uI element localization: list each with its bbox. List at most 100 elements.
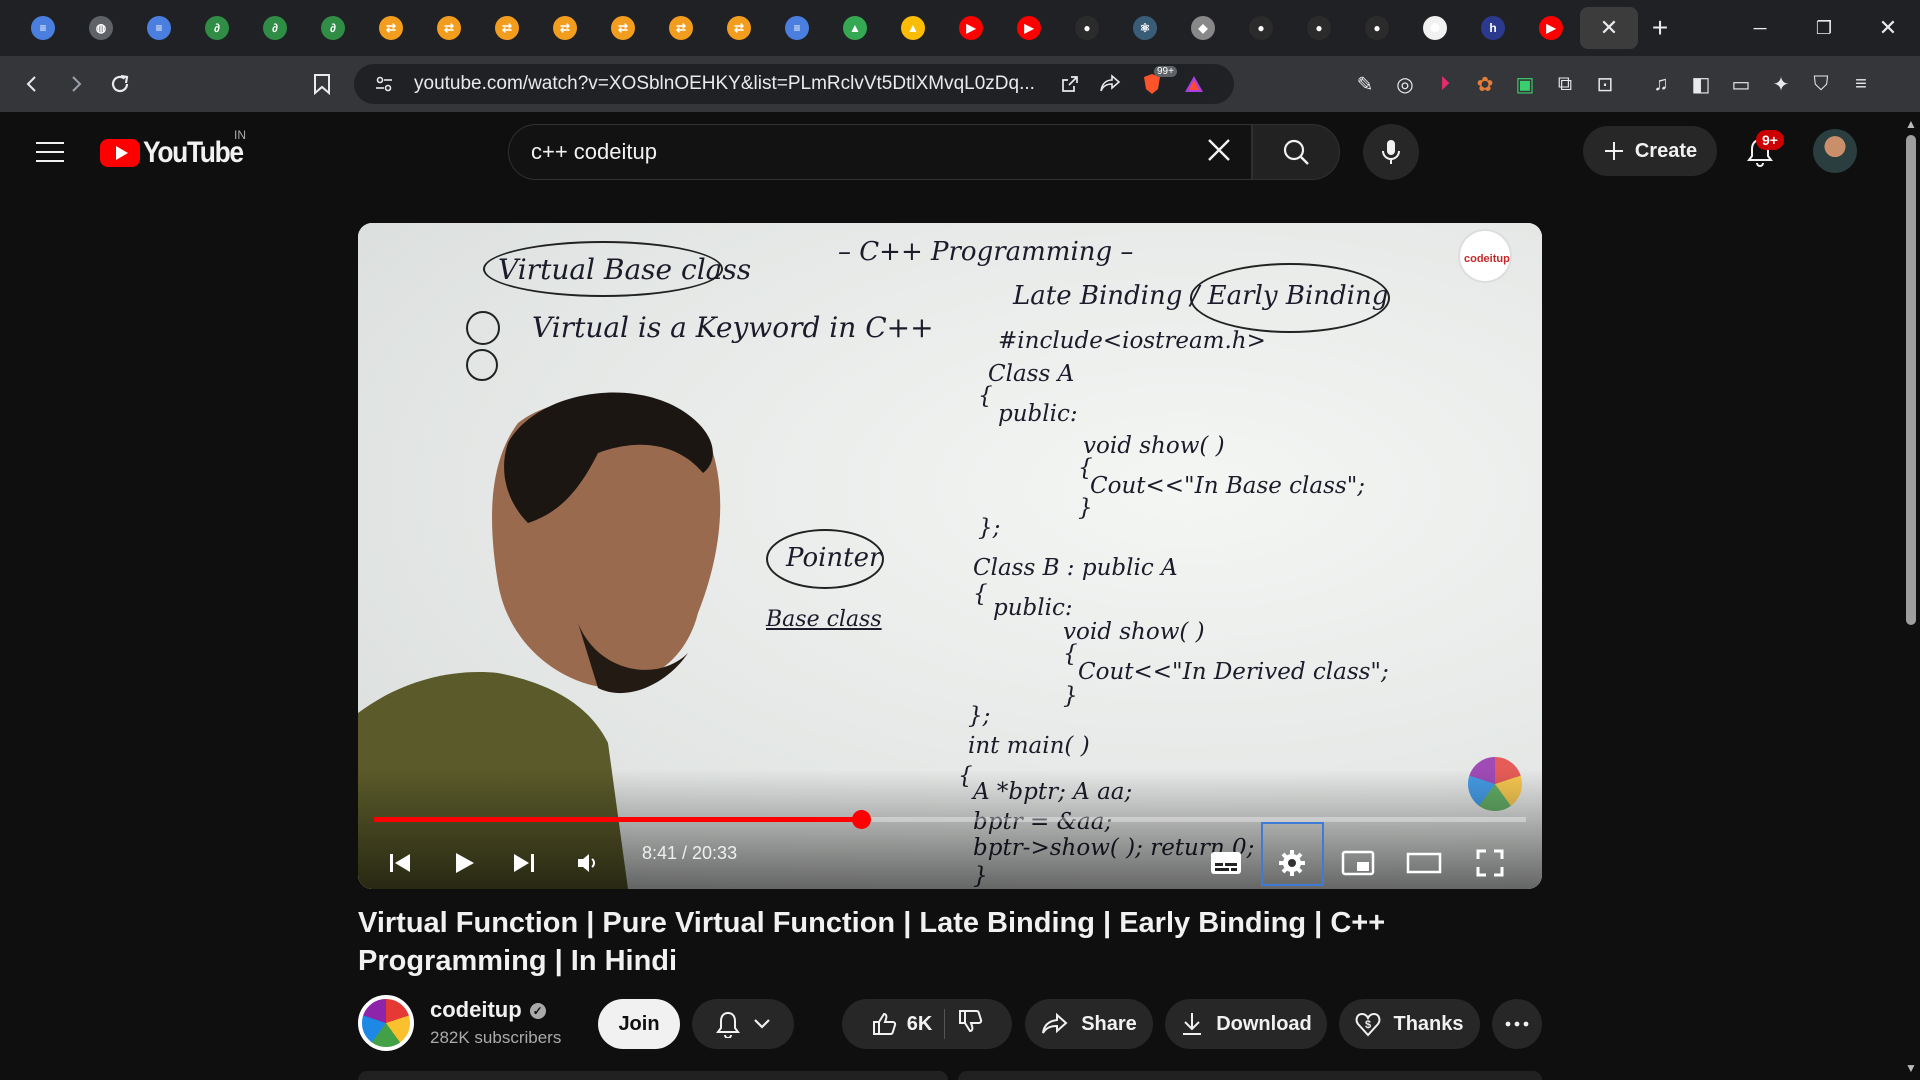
- channel-name[interactable]: codeitup: [430, 997, 522, 1022]
- mute-button[interactable]: [562, 837, 614, 889]
- download-button[interactable]: Download: [1165, 999, 1327, 1049]
- create-label: Create: [1634, 139, 1698, 162]
- browser-tab[interactable]: ⇄: [594, 7, 652, 49]
- brave-rewards-icon[interactable]: [1178, 68, 1210, 100]
- youtube-logo[interactable]: YouTube IN: [100, 128, 256, 170]
- browser-tab[interactable]: ▶: [1000, 7, 1058, 49]
- sidebar-toggle-icon[interactable]: ◧: [1681, 64, 1721, 104]
- browser-tab[interactable]: ∂: [246, 7, 304, 49]
- bookmark-icon[interactable]: [300, 62, 344, 106]
- open-in-app-icon[interactable]: [1054, 68, 1086, 100]
- share-button[interactable]: Share: [1025, 999, 1153, 1049]
- clear-search-icon[interactable]: [1201, 135, 1237, 171]
- fullscreen-button[interactable]: [1464, 837, 1516, 889]
- browser-tab[interactable]: ∂: [188, 7, 246, 49]
- browser-tab[interactable]: ✺: [1406, 7, 1464, 49]
- url-text[interactable]: youtube.com/watch?v=XOSblnOEHKY&list=PLm…: [414, 73, 1044, 95]
- board-line-virtual-base: Virtual Base class: [498, 253, 752, 286]
- browser-tab[interactable]: ≡: [14, 7, 72, 49]
- browser-tab[interactable]: ▲: [826, 7, 884, 49]
- volume-icon: [578, 854, 595, 872]
- thanks-button[interactable]: $ Thanks: [1339, 999, 1480, 1049]
- terminal-extension-icon[interactable]: ▣: [1505, 64, 1545, 104]
- browser-tab[interactable]: ◆: [1174, 7, 1232, 49]
- browser-tab[interactable]: h: [1464, 7, 1522, 49]
- search-box[interactable]: [508, 124, 1252, 180]
- new-tab-button[interactable]: +: [1638, 7, 1682, 49]
- leo-ai-icon[interactable]: ✦: [1761, 64, 1801, 104]
- share-page-icon[interactable]: [1094, 68, 1126, 100]
- theater-mode-button[interactable]: [1398, 837, 1450, 889]
- next-button[interactable]: [498, 837, 550, 889]
- browser-tab[interactable]: ⇄: [536, 7, 594, 49]
- like-divider: [944, 1009, 946, 1039]
- address-bar[interactable]: youtube.com/watch?v=XOSblnOEHKY&list=PLm…: [354, 64, 1234, 104]
- browser-tab[interactable]: ●: [1058, 7, 1116, 49]
- vpn-icon[interactable]: ⛉: [1801, 64, 1841, 104]
- browser-tab[interactable]: ⇄: [362, 7, 420, 49]
- video-player[interactable]: – C++ Programming – Virtual Base class V…: [358, 223, 1542, 889]
- target-extension-icon[interactable]: ◎: [1385, 64, 1425, 104]
- reload-button[interactable]: [98, 62, 142, 106]
- openai-icon: ✺: [1423, 16, 1447, 40]
- active-tab-close-button[interactable]: ✕: [1580, 7, 1638, 49]
- browser-tab[interactable]: ⚛: [1116, 7, 1174, 49]
- guide-menu-button[interactable]: [30, 134, 70, 170]
- screenshot-icon[interactable]: ⊡: [1585, 64, 1625, 104]
- channel-name-row[interactable]: codeitup ✓: [430, 997, 546, 1023]
- brave-shields-icon[interactable]: 99+: [1136, 66, 1177, 100]
- scrubber-handle[interactable]: [852, 810, 871, 829]
- browser-tab[interactable]: ∂: [304, 7, 362, 49]
- progress-bar[interactable]: [374, 810, 1526, 829]
- notification-badge: 9+: [1756, 130, 1784, 150]
- search-button[interactable]: [1252, 124, 1340, 180]
- media-extension-icon[interactable]: ⏵: [1425, 64, 1465, 104]
- miniplayer-button[interactable]: [1332, 837, 1384, 889]
- browser-tab[interactable]: ⇄: [652, 7, 710, 49]
- previous-button[interactable]: [374, 837, 426, 889]
- browser-tab[interactable]: ◍: [72, 7, 130, 49]
- browser-tab[interactable]: ⇄: [710, 7, 768, 49]
- browser-tab[interactable]: ▶: [1522, 7, 1580, 49]
- scroll-up-arrow[interactable]: ▲: [1905, 118, 1917, 130]
- search-input[interactable]: [531, 139, 1151, 165]
- browser-toolbar: youtube.com/watch?v=XOSblnOEHKY&list=PLm…: [0, 56, 1920, 112]
- browser-tab[interactable]: ≡: [130, 7, 188, 49]
- search-icon: [1283, 139, 1309, 165]
- browser-tab[interactable]: ●: [1348, 7, 1406, 49]
- more-actions-button[interactable]: [1492, 999, 1542, 1049]
- cookie-extension-icon[interactable]: ✿: [1465, 64, 1505, 104]
- scrollbar-thumb[interactable]: [1906, 135, 1916, 625]
- close-icon[interactable]: ✕: [1600, 15, 1618, 41]
- play-button[interactable]: [438, 837, 490, 889]
- join-button[interactable]: Join: [598, 999, 680, 1049]
- browser-tab[interactable]: ▶: [942, 7, 1000, 49]
- close-window-button[interactable]: ✕: [1856, 0, 1920, 56]
- dislike-button[interactable]: [957, 1008, 983, 1040]
- next-icon: [514, 854, 534, 872]
- extensions-puzzle-icon[interactable]: ⧉: [1545, 64, 1585, 104]
- browser-tab[interactable]: ●: [1290, 7, 1348, 49]
- menu-icon[interactable]: ≡: [1841, 64, 1881, 104]
- browser-tab[interactable]: ⇄: [420, 7, 478, 49]
- browser-tab[interactable]: ⇄: [478, 7, 536, 49]
- wallet-icon[interactable]: ▭: [1721, 64, 1761, 104]
- browser-tab[interactable]: ▲: [884, 7, 942, 49]
- browser-tab[interactable]: ≡: [768, 7, 826, 49]
- restore-button[interactable]: ❐: [1792, 0, 1856, 56]
- like-button[interactable]: 6K: [871, 1011, 932, 1037]
- site-settings-icon[interactable]: [368, 68, 400, 100]
- create-button[interactable]: Create: [1583, 126, 1717, 176]
- captions-button[interactable]: [1200, 837, 1252, 889]
- music-icon[interactable]: ♫: [1641, 64, 1681, 104]
- account-avatar[interactable]: [1813, 129, 1857, 173]
- browser-tab[interactable]: ●: [1232, 7, 1290, 49]
- scroll-down-arrow[interactable]: ▼: [1905, 1062, 1917, 1074]
- back-button[interactable]: [10, 62, 54, 106]
- forward-button[interactable]: [54, 62, 98, 106]
- channel-avatar[interactable]: [358, 995, 414, 1051]
- minimize-button[interactable]: ─: [1728, 0, 1792, 56]
- subscription-bell-button[interactable]: [692, 999, 794, 1049]
- voice-search-button[interactable]: [1363, 124, 1419, 180]
- pen-extension-icon[interactable]: ✎: [1345, 64, 1385, 104]
